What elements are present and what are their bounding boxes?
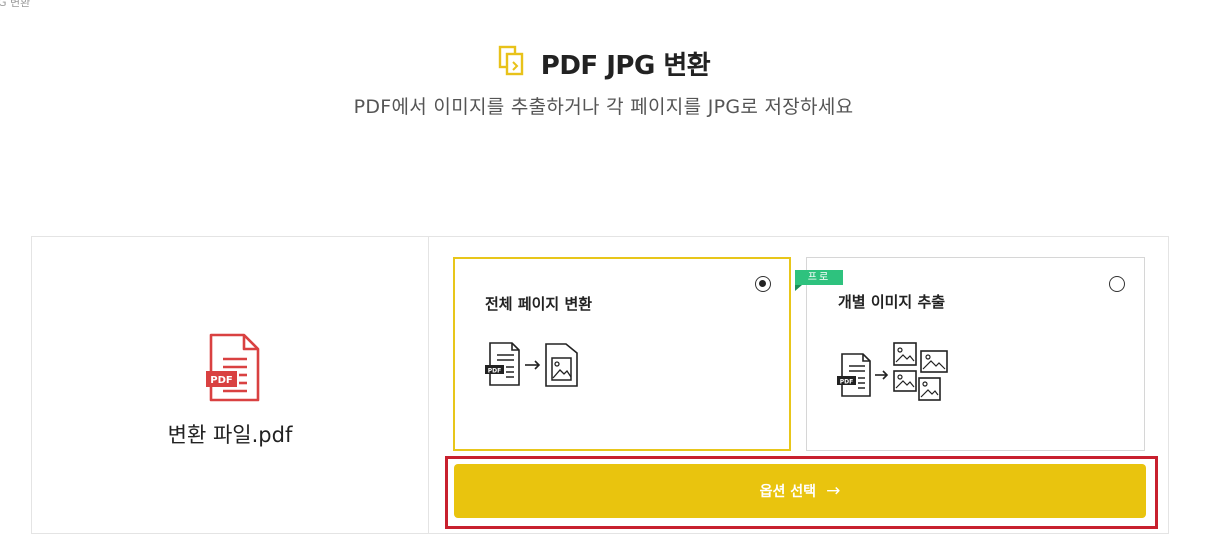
select-option-button[interactable]: 옵션 선택 →: [454, 464, 1146, 518]
arrow-right-icon: →: [826, 481, 841, 501]
file-preview-pane: PDF 변환 파일.pdf: [32, 237, 429, 533]
pdf-file-icon: PDF: [206, 332, 264, 408]
tab-title-fragment: G 변환: [0, 0, 31, 9]
select-option-label: 옵션 선택: [759, 484, 817, 500]
svg-text:PDF: PDF: [840, 379, 853, 386]
option-extract-images[interactable]: 개별 이미지 추출 PDF: [806, 257, 1145, 451]
option-convert-all-pages[interactable]: 전체 페이지 변환 PDF: [453, 257, 791, 451]
option-label: 개별 이미지 추출: [838, 293, 946, 311]
svg-text:PDF: PDF: [488, 368, 501, 375]
pdf-badge-text: PDF: [210, 375, 232, 386]
copy-pages-icon: [497, 44, 527, 82]
file-name: 변환 파일.pdf: [167, 423, 293, 447]
conversion-panel: PDF 변환 파일.pdf 전체 페이지 변환 PDF 개별 이미지 추출 PD…: [31, 236, 1169, 534]
option-radio-selected[interactable]: [755, 276, 771, 292]
pdf-to-image-icon: PDF: [485, 341, 585, 393]
pdf-to-multiple-images-icon: PDF: [837, 342, 953, 406]
option-label: 전체 페이지 변환: [485, 295, 593, 313]
page-header: PDF JPG 변환 PDF에서 이미지를 추출하거나 각 페이지를 JPG로 …: [0, 44, 1207, 119]
pro-badge: 프로: [795, 270, 843, 291]
option-radio-unselected[interactable]: [1109, 276, 1125, 292]
title-row: PDF JPG 변환: [0, 44, 1207, 82]
page-title: PDF JPG 변환: [540, 50, 711, 81]
page-subtitle: PDF에서 이미지를 추출하거나 각 페이지를 JPG로 저장하세요: [353, 96, 854, 118]
